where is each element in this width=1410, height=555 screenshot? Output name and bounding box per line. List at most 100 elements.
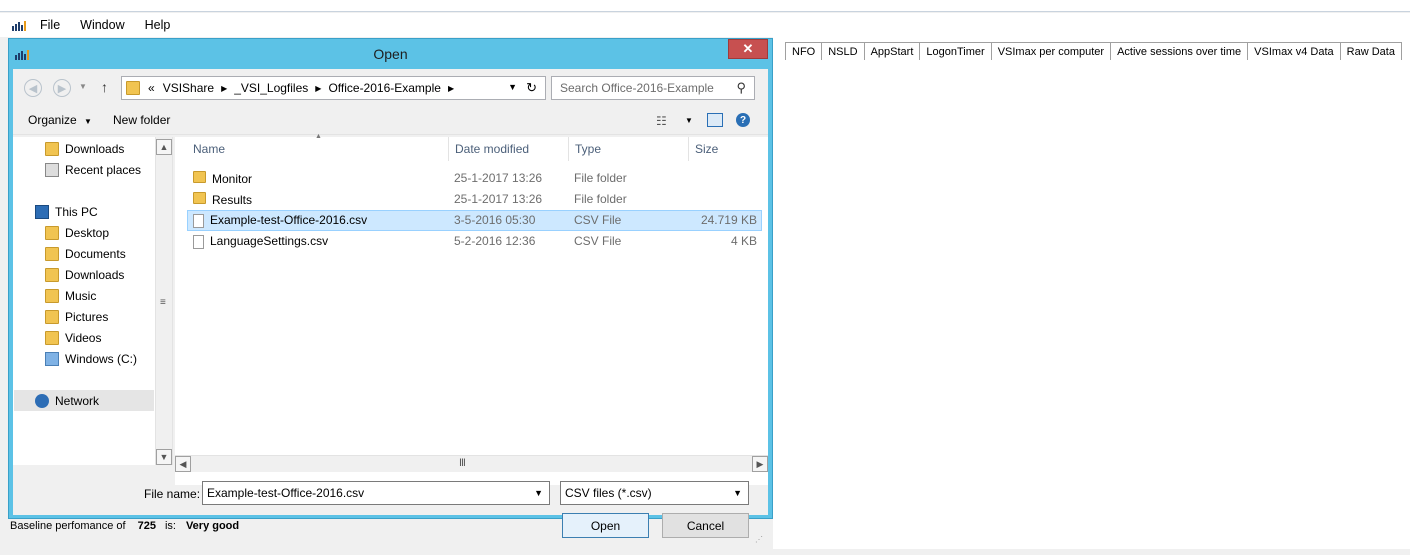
folder-icon: [193, 192, 206, 204]
documents-folder-icon: [45, 246, 59, 261]
open-button[interactable]: Open: [562, 513, 649, 538]
filename-input[interactable]: Example-test-Office-2016.csv ▼: [202, 481, 550, 505]
dialog-title: Open: [373, 46, 408, 62]
videos-folder-icon: [45, 330, 59, 345]
column-header-size[interactable]: Size: [689, 137, 768, 161]
file-size: 24.719 KB: [700, 213, 757, 227]
nav-label: Desktop: [65, 225, 110, 240]
scroll-down-icon[interactable]: ▼: [156, 449, 172, 465]
drive-icon: [45, 351, 59, 366]
tab-active-sessions[interactable]: Active sessions over time: [1110, 42, 1249, 60]
forward-icon[interactable]: ▶: [53, 79, 71, 97]
breadcrumb-chevron-icon[interactable]: ▶: [312, 84, 324, 93]
breadcrumb-chevron-icon[interactable]: ▶: [445, 84, 457, 93]
file-row-language-settings[interactable]: LanguageSettings.csv 5-2-2016 12:36 CSV …: [187, 231, 762, 252]
menu-file[interactable]: File: [30, 13, 70, 37]
nav-scrollbar[interactable]: ▲ ≡ ▼: [155, 137, 172, 465]
nav-label: Videos: [65, 330, 102, 345]
nav-label: Recent places: [65, 162, 142, 177]
tab-raw-data[interactable]: Raw Data: [1339, 42, 1402, 60]
breadcrumb-office-2016-example[interactable]: Office-2016-Example: [324, 81, 445, 95]
downloads-folder-icon: [45, 267, 59, 282]
tab-nfo[interactable]: NFO: [785, 42, 823, 60]
file-name: Results: [212, 193, 253, 207]
nav-label: This PC: [55, 204, 98, 219]
nav-label: Pictures: [65, 309, 109, 324]
nav-label: Downloads: [65, 141, 125, 156]
file-row-results[interactable]: Results 25-1-2017 13:26 File folder: [187, 189, 762, 210]
search-placeholder: Search Office-2016-Example: [560, 81, 714, 95]
nav-label: Windows (C:): [65, 351, 138, 366]
search-input[interactable]: Search Office-2016-Example ⚲: [551, 76, 755, 100]
file-name: Monitor: [212, 172, 253, 186]
scroll-grip-icon[interactable]: ≡: [160, 297, 166, 308]
column-header-date[interactable]: Date modified: [449, 137, 569, 161]
folder-icon: [193, 171, 206, 183]
view-dropdown-icon[interactable]: ▼: [685, 116, 693, 125]
status-prefix: Baseline perfomance of: [10, 520, 126, 532]
file-row-monitor[interactable]: Monitor 25-1-2017 13:26 File folder: [187, 168, 762, 189]
tab-nsld[interactable]: NSLD: [821, 42, 865, 60]
new-folder-button[interactable]: New folder: [113, 113, 170, 127]
filetype-value: CSV files (*.csv): [565, 486, 652, 500]
up-arrow-icon[interactable]: ↑: [101, 79, 108, 95]
file-name: LanguageSettings.csv: [210, 234, 329, 248]
cancel-button[interactable]: Cancel: [662, 513, 749, 538]
refresh-icon[interactable]: ↻: [526, 80, 537, 96]
view-options-icon[interactable]: ☷: [656, 114, 667, 128]
search-icon[interactable]: ⚲: [736, 80, 746, 96]
close-button[interactable]: ✕: [728, 39, 768, 59]
nav-network[interactable]: Network: [14, 390, 154, 411]
preview-pane-icon[interactable]: [707, 113, 723, 127]
address-dropdown-icon[interactable]: ▼: [508, 82, 517, 92]
file-icon: [193, 234, 204, 249]
close-icon: ✕: [742, 41, 754, 56]
chevron-down-icon[interactable]: ▼: [534, 488, 543, 498]
chevron-down-icon[interactable]: ▼: [733, 488, 742, 498]
computer-icon: [35, 204, 49, 219]
status-rating: Very good: [185, 520, 240, 532]
tab-appstart[interactable]: AppStart: [863, 42, 921, 60]
column-header-type[interactable]: Type: [569, 137, 689, 161]
tab-vsimax-v4-data[interactable]: VSImax v4 Data: [1247, 42, 1341, 60]
report-tabs: NFO NSLD AppStart LogonTimer VSImax per …: [785, 42, 1402, 60]
status-bar: Baseline perfomance of 725 is: Very good: [0, 519, 773, 533]
resize-grip-icon[interactable]: ⋰: [755, 535, 763, 544]
file-date: 25-1-2017 13:26: [454, 192, 543, 206]
scroll-up-icon[interactable]: ▲: [156, 139, 172, 155]
breadcrumb-vsi-logfiles[interactable]: _VSI_Logfiles: [230, 81, 312, 95]
file-list-hscrollbar[interactable]: ◀ Ⅲ ▶: [175, 455, 768, 472]
file-list: ▲ Name Date modified Type Size Monitor 2…: [175, 133, 768, 485]
help-icon[interactable]: ?: [736, 113, 750, 127]
tab-logontimer[interactable]: LogonTimer: [919, 42, 992, 60]
menu-window[interactable]: Window: [70, 13, 134, 37]
nav-label: Network: [55, 393, 100, 408]
file-type: File folder: [574, 171, 627, 185]
recent-places-icon: [45, 162, 59, 177]
nav-this-pc[interactable]: This PC: [35, 201, 175, 222]
address-bar[interactable]: « VSIShare ▶ _VSI_Logfiles ▶ Office-2016…: [121, 76, 546, 100]
organize-button[interactable]: Organize ▼: [28, 113, 92, 127]
network-icon: [35, 393, 49, 408]
nav-label: Downloads: [65, 267, 125, 282]
scroll-left-icon[interactable]: ◀: [175, 456, 191, 472]
file-type: File folder: [574, 192, 627, 206]
back-icon[interactable]: ◀: [24, 79, 42, 97]
file-row-example-test[interactable]: Example-test-Office-2016.csv 3-5-2016 05…: [187, 210, 762, 231]
pictures-folder-icon: [45, 309, 59, 324]
breadcrumb-vsishare[interactable]: VSIShare: [159, 81, 218, 95]
open-dialog: Open ✕ ◀ ▶ ▼ ↑ « VSIShare ▶ _VSI_Logfile…: [8, 38, 773, 544]
top-strip: [0, 0, 1410, 12]
app-logo-icon: [8, 13, 30, 37]
breadcrumb-chevron-icon[interactable]: ▶: [218, 84, 230, 93]
column-header-name[interactable]: Name: [187, 137, 449, 161]
filetype-select[interactable]: CSV files (*.csv) ▼: [560, 481, 749, 505]
filename-label: File name:: [144, 487, 201, 501]
file-name: Example-test-Office-2016.csv: [210, 213, 368, 227]
tab-vsimax-per-computer[interactable]: VSImax per computer: [990, 42, 1112, 60]
scroll-right-icon[interactable]: ▶: [752, 456, 768, 472]
breadcrumb-prefix: «: [148, 81, 155, 95]
scroll-grip-icon[interactable]: Ⅲ: [459, 458, 466, 469]
recent-locations-icon[interactable]: ▼: [79, 82, 87, 91]
menu-help[interactable]: Help: [135, 13, 181, 37]
